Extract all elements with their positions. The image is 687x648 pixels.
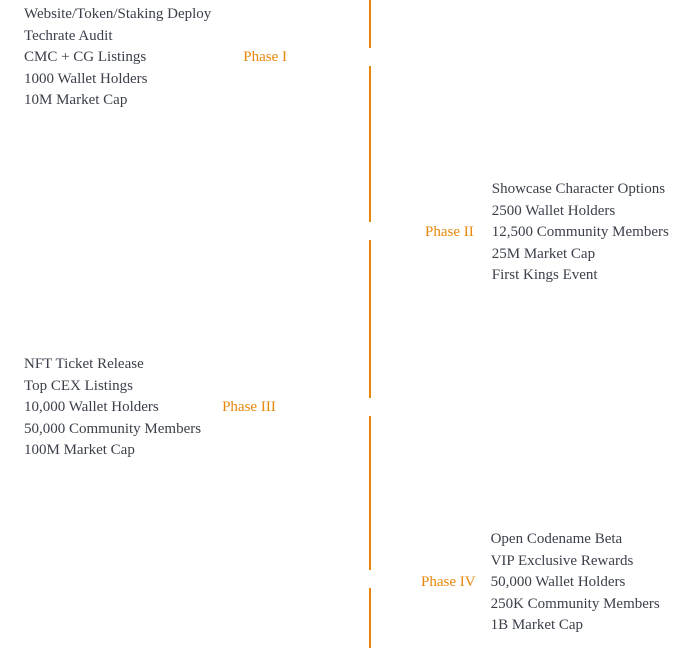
phase-4-item: VIP Exclusive Rewards	[490, 552, 634, 569]
phase-1-item: Techrate Audit	[24, 27, 113, 44]
timeline-segment-1	[369, 0, 371, 48]
phase-2-item: First Kings Event	[491, 267, 598, 284]
phase-block-2: Phase II Showcase Character Options 2500…	[369, 179, 687, 287]
phase-3-item: 10,000 Wallet Holders	[24, 399, 159, 416]
phase-3-label: Phase III	[222, 399, 276, 416]
phase-1-item: CMC + CG Listings	[24, 49, 147, 66]
phase-3-item: 100M Market Cap	[24, 442, 135, 459]
phase-3-item: Top CEX Listings	[24, 377, 133, 394]
phase-3-item: NFT Ticket Release	[24, 356, 144, 372]
phase-3-item: 50,000 Community Members	[24, 420, 202, 437]
phase-4-item: 1B Market Cap	[490, 617, 584, 634]
phase-4-item-list: Open Codename Beta VIP Exclusive Rewards…	[491, 529, 660, 637]
phase-4-label: Phase IV	[421, 574, 476, 591]
phase-1-item: Website/Token/Staking Deploy	[24, 6, 212, 22]
phase-block-4: Phase IV Open Codename Beta VIP Exclusiv…	[369, 529, 687, 637]
phase-1-item: 10M Market Cap	[24, 92, 128, 109]
phase-1-label: Phase I	[243, 49, 288, 66]
phase-2-item: 2500 Wallet Holders	[491, 202, 616, 219]
phase-4-item: 50,000 Wallet Holders	[490, 574, 626, 591]
phase-2-item: 25M Market Cap	[491, 245, 596, 262]
phase-1-item-list: Website/Token/Staking Deploy Techrate Au…	[24, 4, 211, 112]
phase-block-1: Website/Token/Staking Deploy Techrate Au…	[0, 4, 369, 112]
phase-4-item: 250K Community Members	[490, 595, 660, 612]
phase-2-item: Showcase Character Options	[491, 181, 666, 197]
phase-2-item-list: Showcase Character Options 2500 Wallet H…	[492, 179, 669, 287]
phase-1-item: 1000 Wallet Holders	[24, 70, 148, 87]
phase-2-item: 12,500 Community Members	[491, 224, 669, 241]
phase-3-item-list: NFT Ticket Release Top CEX Listings 10,0…	[24, 354, 201, 462]
phase-2-label: Phase II	[425, 224, 474, 241]
phase-4-item: Open Codename Beta	[490, 531, 623, 547]
phase-block-3: NFT Ticket Release Top CEX Listings 10,0…	[0, 354, 369, 462]
